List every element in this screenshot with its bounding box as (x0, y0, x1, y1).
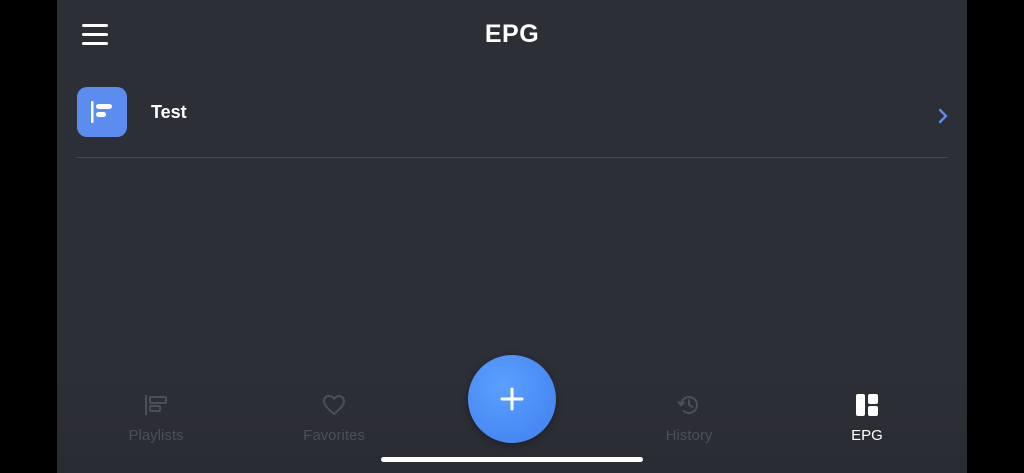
plus-icon (500, 387, 524, 411)
epg-screen: EPG Test Playlists Favorites History EPG (57, 0, 967, 473)
tab-label: Favorites (303, 427, 365, 444)
tab-label: History (665, 427, 713, 444)
list-item-test[interactable]: Test (76, 84, 948, 158)
home-indicator[interactable] (381, 457, 643, 462)
tab-history[interactable]: History (624, 389, 754, 449)
chevron-right-icon (938, 108, 948, 129)
tab-label: EPG (851, 427, 883, 444)
tab-favorites[interactable]: Favorites (269, 389, 399, 449)
epg-list-icon (77, 87, 127, 137)
tab-epg[interactable]: EPG (802, 389, 932, 449)
epg-grid-icon (855, 393, 879, 417)
page-title: EPG (484, 20, 540, 48)
heart-icon (322, 393, 346, 417)
header-bar: EPG (57, 0, 967, 72)
playlists-icon (144, 393, 168, 417)
list-divider (76, 157, 948, 158)
list-item-label: Test (151, 102, 187, 122)
tab-playlists[interactable]: Playlists (91, 389, 221, 449)
add-button[interactable] (468, 355, 556, 443)
history-icon (677, 393, 701, 417)
tab-label: Playlists (128, 427, 184, 444)
